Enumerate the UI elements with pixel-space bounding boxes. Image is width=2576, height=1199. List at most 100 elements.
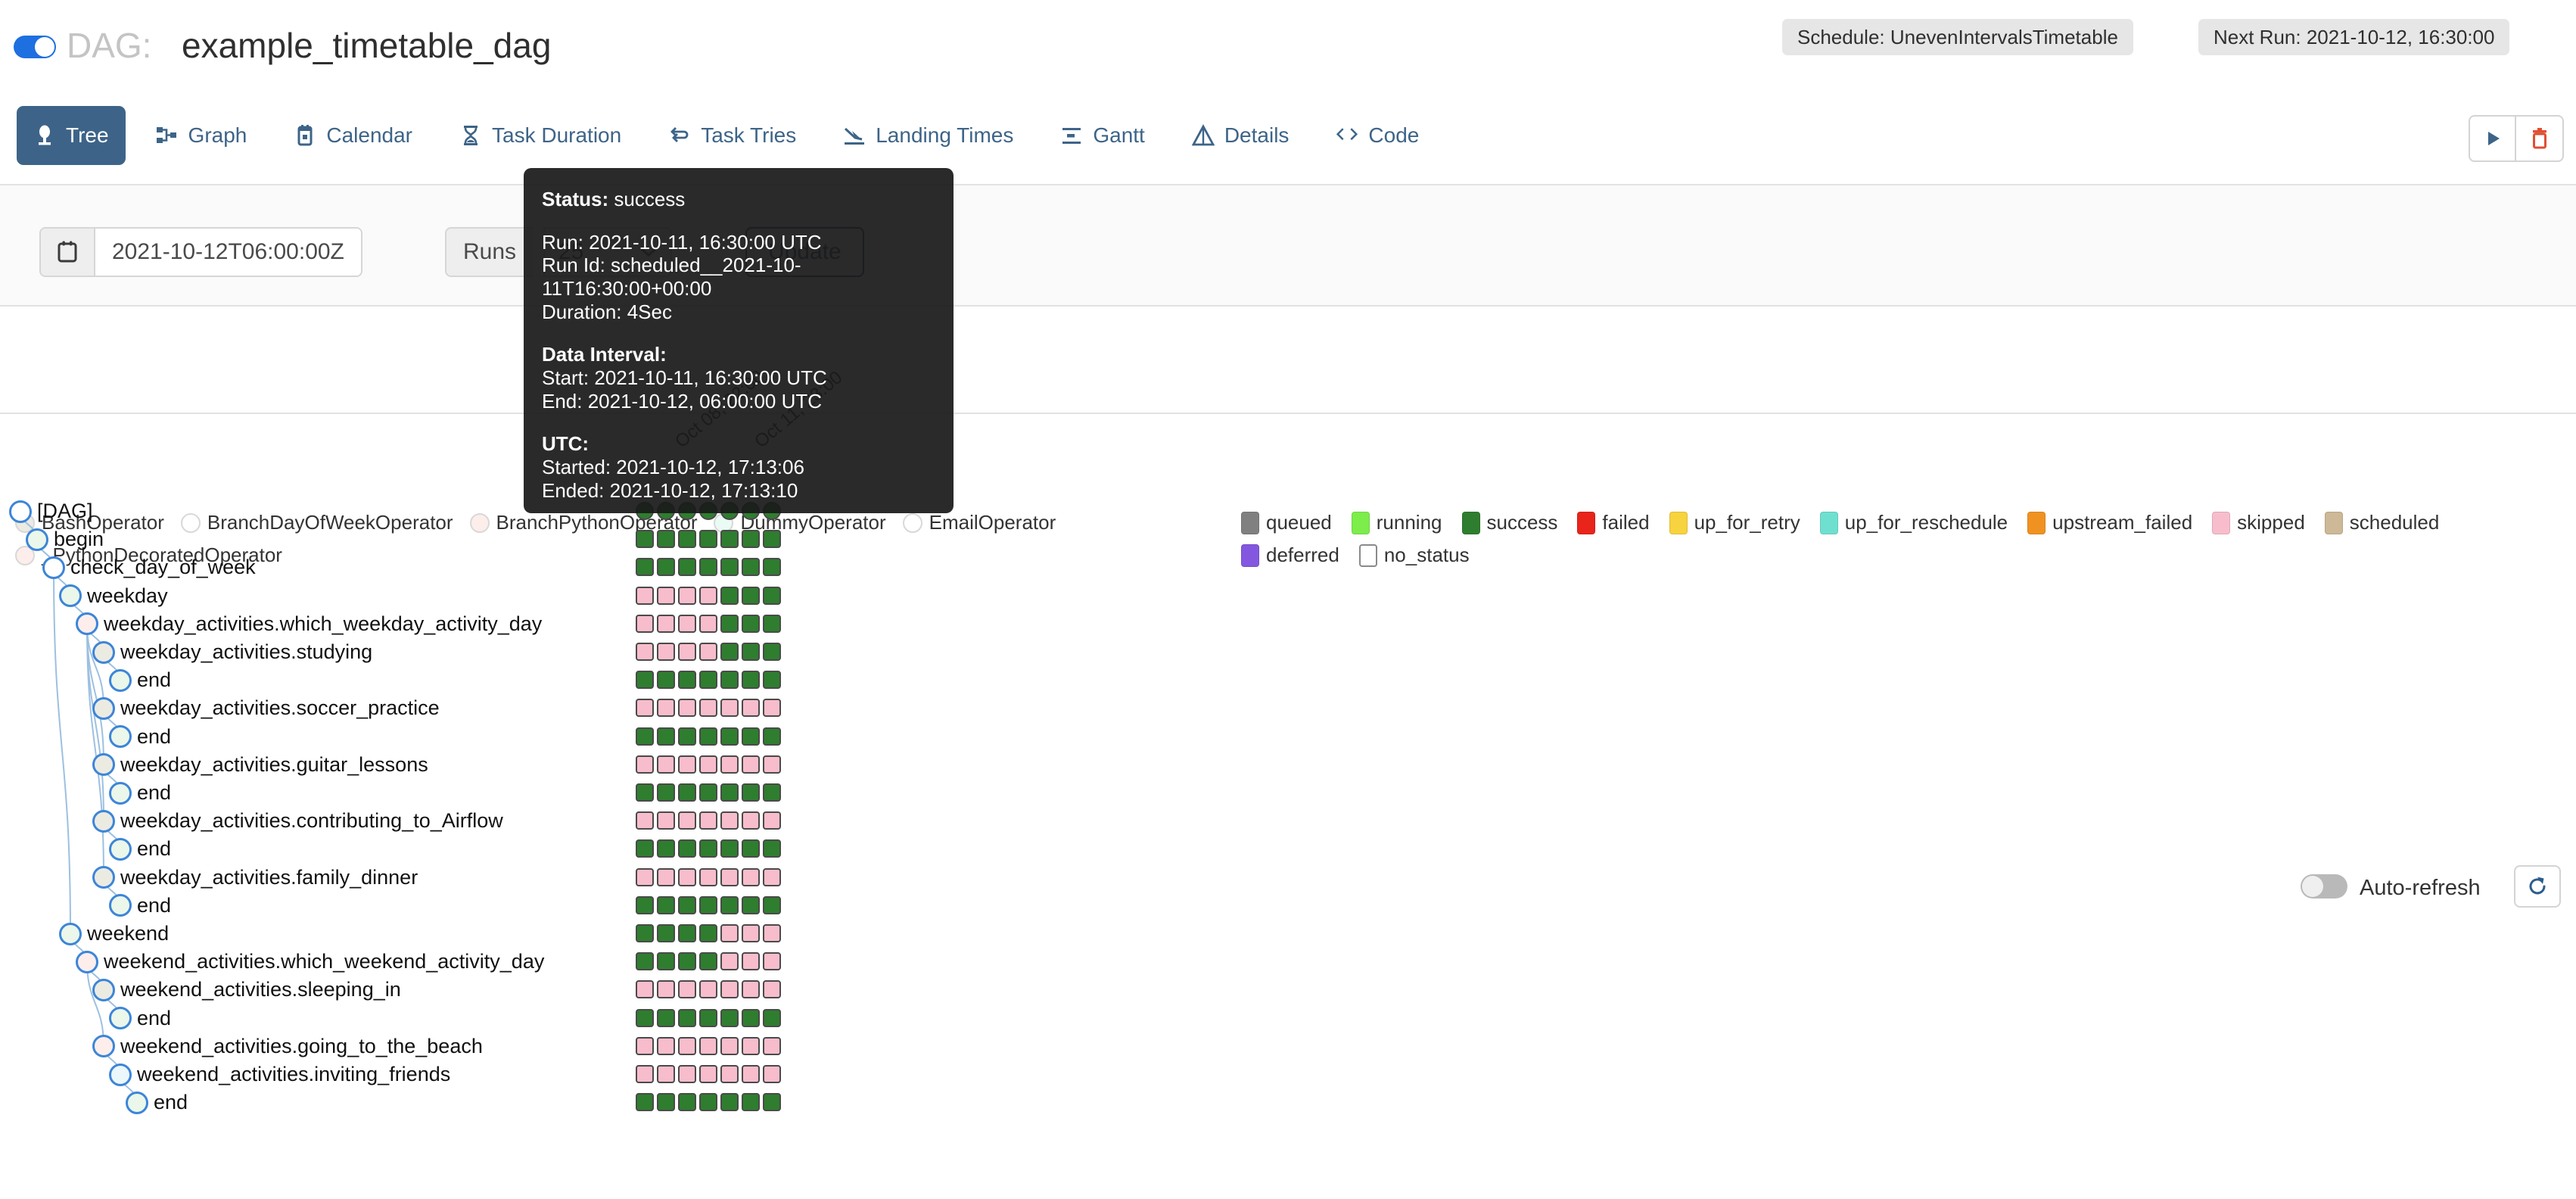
task-instance-success[interactable]	[742, 783, 760, 802]
task-instance-success[interactable]	[678, 839, 696, 858]
task-instance-skipped[interactable]	[636, 643, 654, 661]
task-instance-skipped[interactable]	[678, 867, 696, 886]
task-instance-skipped[interactable]	[720, 811, 739, 830]
task-instance-skipped[interactable]	[678, 699, 696, 718]
task-instance-success[interactable]	[720, 895, 739, 914]
task-instance-skipped[interactable]	[699, 980, 717, 999]
tree-node[interactable]: weekend_activities.which_weekend_activit…	[76, 950, 544, 973]
task-instance-skipped[interactable]	[657, 614, 675, 633]
task-instance-success[interactable]	[742, 895, 760, 914]
task-instance-success[interactable]	[636, 1008, 654, 1027]
tree-node[interactable]: end	[109, 1007, 171, 1030]
task-instance-skipped[interactable]	[636, 1065, 654, 1083]
task-instance-skipped[interactable]	[636, 755, 654, 774]
tree-node[interactable]: end	[109, 725, 171, 749]
task-instance-skipped[interactable]	[720, 952, 739, 971]
task-instance-skipped[interactable]	[763, 1036, 781, 1055]
task-instance-skipped[interactable]	[720, 1065, 739, 1083]
task-instance-success[interactable]	[678, 1093, 696, 1112]
task-instance-success[interactable]	[657, 895, 675, 914]
tab-calendar[interactable]: Calendar	[277, 106, 429, 165]
task-instance-success[interactable]	[720, 586, 739, 605]
task-instance-success[interactable]	[720, 643, 739, 661]
task-instance-success[interactable]	[742, 558, 760, 577]
tree-node[interactable]: weekday_activities.family_dinner	[92, 866, 418, 889]
trigger-dag-button[interactable]	[2470, 117, 2517, 160]
task-instance-success[interactable]	[657, 924, 675, 942]
tab-landing-times[interactable]: Landing Times	[826, 106, 1030, 165]
task-instance-skipped[interactable]	[657, 699, 675, 718]
task-instance-success[interactable]	[657, 558, 675, 577]
base-date-input[interactable]: 2021-10-12T06:00:00Z	[95, 229, 361, 276]
task-instance-success[interactable]	[763, 839, 781, 858]
tab-gantt[interactable]: Gantt	[1044, 106, 1161, 165]
task-instance-success[interactable]	[699, 1008, 717, 1027]
task-instance-success[interactable]	[657, 952, 675, 971]
task-instance-success[interactable]	[678, 727, 696, 746]
tab-details[interactable]: Details	[1175, 106, 1306, 165]
task-instance-success[interactable]	[763, 671, 781, 690]
task-instance-success[interactable]	[742, 1008, 760, 1027]
task-instance-skipped[interactable]	[636, 614, 654, 633]
task-instance-skipped[interactable]	[636, 586, 654, 605]
task-instance-success[interactable]	[742, 839, 760, 858]
task-instance-skipped[interactable]	[657, 1065, 675, 1083]
task-instance-skipped[interactable]	[742, 952, 760, 971]
task-instance-success[interactable]	[763, 727, 781, 746]
task-instance-skipped[interactable]	[742, 1036, 760, 1055]
task-instance-success[interactable]	[699, 952, 717, 971]
tab-graph[interactable]: Graph	[139, 106, 264, 165]
task-instance-success[interactable]	[699, 530, 717, 549]
task-instance-skipped[interactable]	[699, 614, 717, 633]
task-instance-success[interactable]	[763, 614, 781, 633]
task-instance-success[interactable]	[678, 530, 696, 549]
next-run-pill[interactable]: Next Run: 2021-10-12, 16:30:00	[2198, 19, 2510, 55]
task-instance-skipped[interactable]	[742, 867, 760, 886]
task-instance-success[interactable]	[699, 924, 717, 942]
task-instance-success[interactable]	[763, 895, 781, 914]
task-instance-success[interactable]	[678, 1008, 696, 1027]
task-instance-skipped[interactable]	[720, 1036, 739, 1055]
task-instance-success[interactable]	[742, 1093, 760, 1112]
tree-node[interactable]: weekday_activities.guitar_lessons	[92, 753, 428, 777]
task-instance-success[interactable]	[763, 1008, 781, 1027]
task-instance-success[interactable]	[763, 783, 781, 802]
tree-node[interactable]: check_day_of_week	[42, 556, 256, 579]
task-instance-skipped[interactable]	[657, 1036, 675, 1055]
task-instance-skipped[interactable]	[742, 980, 760, 999]
task-instance-skipped[interactable]	[720, 980, 739, 999]
task-instance-skipped[interactable]	[699, 867, 717, 886]
task-instance-skipped[interactable]	[699, 811, 717, 830]
task-instance-skipped[interactable]	[742, 755, 760, 774]
task-instance-success[interactable]	[720, 783, 739, 802]
task-instance-skipped[interactable]	[763, 811, 781, 830]
task-instance-skipped[interactable]	[699, 1065, 717, 1083]
task-instance-skipped[interactable]	[636, 699, 654, 718]
task-instance-skipped[interactable]	[636, 980, 654, 999]
task-instance-success[interactable]	[678, 924, 696, 942]
tree-node[interactable]: weekend_activities.sleeping_in	[92, 978, 401, 1001]
task-instance-success[interactable]	[720, 1093, 739, 1112]
tree-node[interactable]: weekend	[59, 922, 169, 945]
task-instance-success[interactable]	[720, 671, 739, 690]
base-date-group[interactable]: 2021-10-12T06:00:00Z	[39, 227, 362, 277]
task-instance-skipped[interactable]	[678, 586, 696, 605]
task-instance-skipped[interactable]	[763, 952, 781, 971]
task-instance-success[interactable]	[699, 558, 717, 577]
task-instance-skipped[interactable]	[678, 811, 696, 830]
task-instance-skipped[interactable]	[636, 1036, 654, 1055]
task-instance-success[interactable]	[720, 1008, 739, 1027]
task-instance-success[interactable]	[742, 671, 760, 690]
task-instance-skipped[interactable]	[678, 1036, 696, 1055]
task-instance-success[interactable]	[763, 558, 781, 577]
task-instance-success[interactable]	[636, 727, 654, 746]
task-instance-success[interactable]	[678, 783, 696, 802]
task-instance-skipped[interactable]	[720, 755, 739, 774]
task-instance-success[interactable]	[678, 671, 696, 690]
task-instance-success[interactable]	[720, 558, 739, 577]
task-instance-skipped[interactable]	[678, 755, 696, 774]
task-instance-skipped[interactable]	[657, 811, 675, 830]
task-instance-success[interactable]	[742, 643, 760, 661]
task-instance-skipped[interactable]	[720, 924, 739, 942]
task-instance-success[interactable]	[699, 783, 717, 802]
